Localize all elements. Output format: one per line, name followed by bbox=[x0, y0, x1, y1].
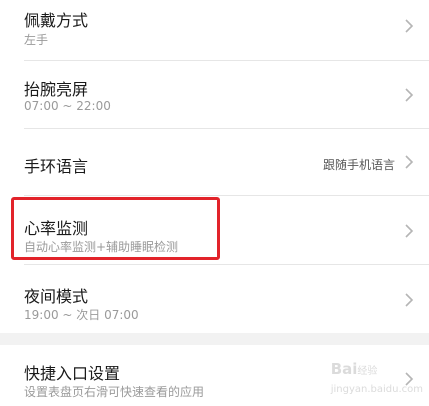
setting-subtitle: 自动心率监测+辅助睡眠检测 bbox=[24, 240, 179, 254]
setting-title: 佩戴方式 bbox=[24, 11, 89, 30]
chevron-right-icon bbox=[405, 19, 414, 33]
chevron-right-icon bbox=[405, 224, 414, 238]
watermark-brand: Bai bbox=[330, 360, 358, 378]
setting-subtitle: 左手 bbox=[24, 33, 49, 47]
setting-row-band-language[interactable]: 手环语言 跟随手机语言 bbox=[0, 129, 429, 195]
setting-row-wear-mode[interactable]: 佩戴方式 左手 bbox=[0, 0, 429, 60]
setting-title: 手环语言 bbox=[24, 157, 89, 176]
setting-row-heart-rate[interactable]: 心率监测 自动心率监测+辅助睡眠检测 bbox=[0, 196, 429, 264]
setting-title: 夜间模式 bbox=[24, 287, 89, 306]
setting-row-raise-to-wake[interactable]: 抬腕亮屏 07:00 ~ 22:00 bbox=[0, 61, 429, 128]
watermark-suffix: 经验 bbox=[357, 366, 378, 377]
setting-subtitle: 设置表盘页右滑可快速查看的应用 bbox=[24, 385, 205, 399]
chevron-right-icon bbox=[405, 293, 414, 307]
setting-title: 抬腕亮屏 bbox=[24, 80, 89, 99]
section-separator bbox=[0, 333, 429, 345]
setting-row-night-mode[interactable]: 夜间模式 19:00 ~ 次日 07:00 bbox=[0, 265, 429, 333]
setting-subtitle: 19:00 ~ 次日 07:00 bbox=[24, 308, 139, 322]
baidu-watermark: Bai经验 jingyan.baidu.com bbox=[331, 360, 423, 396]
setting-title: 心率监测 bbox=[24, 219, 89, 238]
setting-value: 跟随手机语言 bbox=[322, 158, 395, 172]
setting-subtitle: 07:00 ~ 22:00 bbox=[24, 99, 111, 113]
setting-title: 快捷入口设置 bbox=[24, 364, 121, 383]
watermark-domain: jingyan.baidu.com bbox=[330, 384, 423, 395]
chevron-right-icon bbox=[405, 155, 414, 169]
chevron-right-icon bbox=[405, 88, 414, 102]
settings-screen: 佩戴方式 左手 抬腕亮屏 07:00 ~ 22:00 手环语言 跟随手机语言 心… bbox=[0, 0, 429, 406]
